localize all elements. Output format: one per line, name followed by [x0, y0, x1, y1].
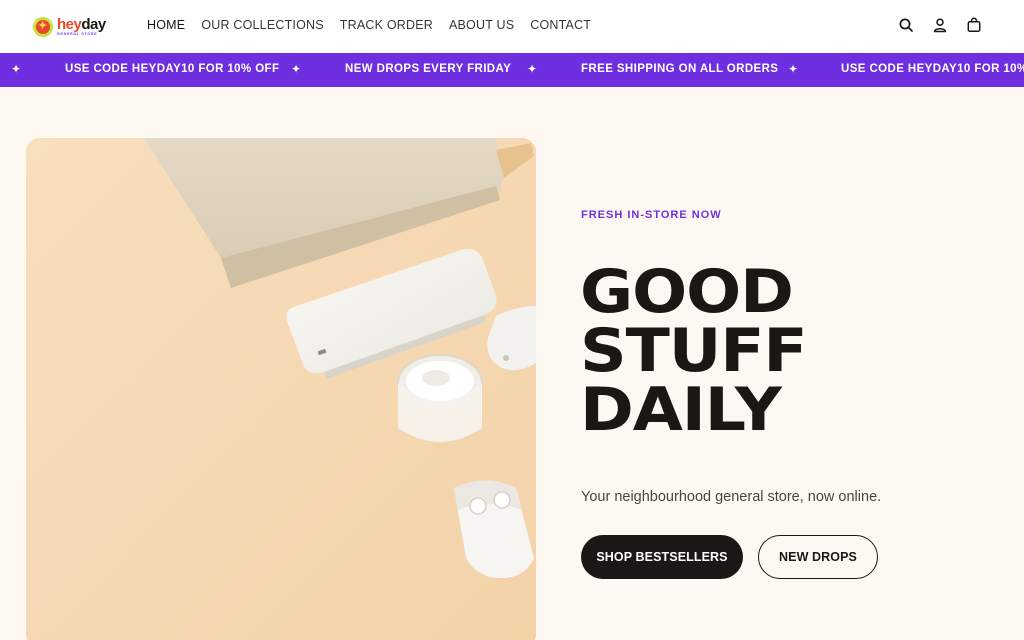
site-header: ✦ heyday GENERAL STORE HOME OUR COLLECTI… — [0, 0, 1024, 53]
sun-logo-icon: ✦ — [33, 17, 53, 37]
headline-line: GOOD — [580, 257, 794, 327]
headline-line: DAILY — [580, 375, 782, 445]
announcement-item: FREE SHIPPING ON ALL ORDERS — [581, 63, 779, 75]
announcement-item: USE CODE HEYDAY10 FOR 10% OFF — [65, 63, 280, 75]
nav-item-contact[interactable]: CONTACT — [530, 18, 591, 32]
separator-icon: ✦ — [11, 62, 22, 76]
nav-item-home[interactable]: HOME — [147, 18, 185, 32]
separator-icon: ✦ — [788, 62, 799, 76]
cart-icon[interactable] — [966, 17, 982, 33]
header-actions — [898, 17, 982, 33]
nav-item-track-order[interactable]: TRACK ORDER — [340, 18, 433, 32]
brand-wordmark: heyday — [57, 16, 106, 34]
search-icon[interactable] — [898, 17, 914, 33]
announcement-item: USE CODE HEYDAY10 FOR 10% OFF — [841, 63, 1024, 75]
announcement-bar: ✦ USE CODE HEYDAY10 FOR 10% OFF ✦ NEW DR… — [0, 53, 1024, 87]
main-nav: HOME OUR COLLECTIONS TRACK ORDER ABOUT U… — [147, 18, 591, 32]
shop-bestsellers-button[interactable]: SHOP BESTSELLERS — [581, 535, 743, 579]
hero-eyebrow: FRESH IN-STORE NOW — [581, 209, 722, 221]
brand-tagline: GENERAL STORE — [57, 32, 98, 37]
nav-item-about[interactable]: ABOUT US — [449, 18, 514, 32]
separator-icon: ✦ — [527, 62, 538, 76]
product-photo — [26, 138, 536, 640]
cream-jar — [397, 354, 483, 442]
nav-item-collections[interactable]: OUR COLLECTIONS — [201, 18, 323, 32]
new-drops-button[interactable]: NEW DROPS — [758, 535, 878, 579]
hero-subtext: Your neighbourhood general store, now on… — [581, 489, 882, 505]
headline-line: STUFF — [580, 316, 808, 386]
hero-headline: GOOD STUFF DAILY — [580, 257, 1024, 445]
announcement-item: NEW DROPS EVERY FRIDAY — [345, 63, 512, 75]
brand-logo[interactable]: ✦ heyday GENERAL STORE — [33, 14, 106, 40]
separator-icon: ✦ — [291, 62, 302, 76]
hero-image — [26, 138, 536, 640]
account-icon[interactable] — [932, 17, 948, 33]
